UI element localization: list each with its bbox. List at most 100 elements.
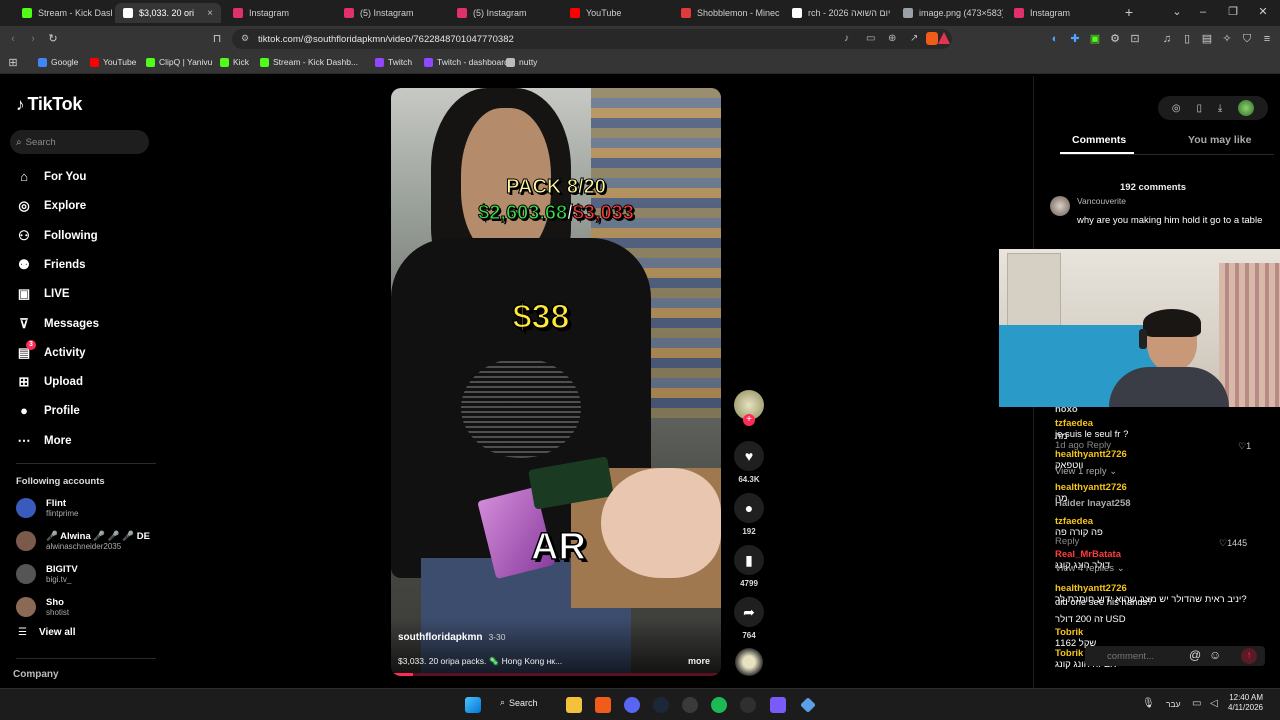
back-icon[interactable]: ‹ — [6, 32, 20, 46]
bookmark-item[interactable]: Google — [38, 57, 78, 67]
browser-tab[interactable]: YouTube — [562, 3, 670, 23]
browser-tab[interactable]: Instagram — [225, 3, 333, 23]
browser-tab[interactable]: $3,033. 20 ori × — [115, 3, 221, 23]
like-action[interactable]: ♥ 64.3K — [733, 441, 765, 484]
extension-icon[interactable]: ⚙ — [1108, 32, 1122, 46]
brave-browser-icon[interactable] — [595, 697, 611, 713]
mute-icon[interactable]: ♪ — [844, 33, 849, 44]
comment-icon[interactable]: ● — [734, 493, 764, 523]
browser-tab[interactable]: rch - 2026 יום השואה — [784, 3, 892, 23]
file-explorer-icon[interactable] — [566, 697, 582, 713]
sidebar-item-activity[interactable]: ▤ 3 Activity — [16, 339, 86, 361]
browser-tab[interactable]: (5) Instagram — [336, 3, 444, 23]
bookmark-item[interactable]: Stream - Kick Dashb... — [260, 57, 358, 67]
bookmark-save-icon[interactable]: ▮ — [734, 545, 764, 575]
emoji-icon[interactable]: ☺ — [1209, 648, 1221, 662]
tiktok-logo[interactable]: ♪ TikTok — [16, 94, 82, 115]
sidebar-item-explore[interactable]: ◎ Explore — [16, 198, 86, 214]
sidebar-item-profile[interactable]: ● Profile — [16, 403, 80, 418]
bookmark-icon[interactable]: ⊓ — [210, 32, 224, 46]
sidebar-item-more[interactable]: ⋯ More — [16, 433, 72, 449]
phone-icon[interactable]: ▯ — [1196, 103, 1202, 114]
music-disc-action[interactable] — [733, 648, 765, 676]
bookmark-item[interactable]: Twitch — [375, 57, 412, 67]
app-grid-icon[interactable] — [770, 697, 786, 713]
obs-icon[interactable] — [740, 697, 756, 713]
app-diamond-icon[interactable] — [800, 697, 816, 713]
chat-username[interactable]: Real_MrBatata — [1055, 549, 1121, 560]
settings-app-icon[interactable] — [682, 697, 698, 713]
spotify-icon[interactable] — [711, 697, 727, 713]
company-link[interactable]: Company — [13, 669, 59, 680]
install-icon[interactable]: ▭ — [866, 33, 875, 44]
extension-icon[interactable]: ▣ — [1088, 32, 1102, 46]
compass-small-icon[interactable]: ◎ — [1172, 103, 1181, 114]
new-tab-icon[interactable]: + — [1122, 5, 1136, 19]
bookmark-item[interactable]: YouTube — [90, 57, 136, 67]
chat-username[interactable]: Tobrik — [1055, 627, 1083, 638]
comment-username[interactable]: Vancouverite — [1077, 196, 1126, 206]
sidebar-item-following[interactable]: ⚇ Following — [16, 228, 97, 244]
view-all-button[interactable]: ☰ View all — [18, 627, 75, 638]
chat-username[interactable]: healthyantt2726 — [1055, 449, 1127, 460]
user-avatar[interactable] — [1238, 100, 1255, 116]
chat-username[interactable]: tzfaedea — [1055, 516, 1093, 527]
browser-tab[interactable]: (5) Instagram — [449, 3, 557, 23]
discord-icon[interactable] — [624, 697, 640, 713]
bookmark-item[interactable]: Kick — [220, 57, 249, 67]
zoom-icon[interactable]: ⊕ — [888, 33, 896, 44]
chat-username[interactable]: noxo — [1055, 404, 1078, 415]
post-icon[interactable]: ↑ — [1241, 648, 1257, 664]
save-action[interactable]: ▮ 4799 — [733, 545, 765, 588]
vpn-icon[interactable]: ⛉ — [1240, 32, 1254, 46]
volume-icon[interactable]: ◁ — [1210, 698, 1218, 709]
sidebar-item-upload[interactable]: ⊞ Upload — [16, 374, 83, 390]
sidebar-item-messages[interactable]: ⊽ Messages — [16, 316, 99, 332]
forward-icon[interactable]: › — [26, 32, 40, 46]
following-account[interactable]: 🎤 Alwina 🎤 🎤 🎤 DE alwinaschneider2035 — [16, 531, 150, 551]
music-disc-icon[interactable] — [735, 648, 763, 676]
video-player[interactable]: PACK 8/20 $2,603.68/$3,033 $38 AR southf… — [391, 88, 721, 676]
mention-icon[interactable]: @ — [1189, 648, 1201, 662]
reload-icon[interactable]: ↻ — [46, 32, 60, 46]
sidebar-item-live[interactable]: ▣ LIVE — [16, 286, 70, 302]
brave-rewards-icon[interactable] — [938, 32, 950, 44]
clock[interactable]: 12:40 AM 4/11/2026 — [1228, 693, 1263, 714]
heart-icon[interactable]: ♥ — [734, 441, 764, 471]
chat-username[interactable]: tzfaedea — [1055, 418, 1093, 429]
minimize-icon[interactable]: – — [1196, 5, 1210, 19]
menu-icon[interactable]: ≡ — [1260, 32, 1274, 46]
wallet-icon[interactable]: ▤ — [1200, 32, 1214, 46]
share-arrow-icon[interactable]: ➦ — [734, 597, 764, 627]
site-info-icon[interactable]: ⚙ — [241, 33, 249, 44]
chat-username[interactable]: healthyantt2726 — [1055, 583, 1127, 594]
share-action[interactable]: ➦ 764 — [733, 597, 765, 640]
comment-input[interactable]: comment... @ ☺ ↑ — [1085, 646, 1265, 666]
following-account[interactable]: Sho shotist — [16, 597, 69, 617]
close-tab-icon[interactable]: × — [207, 8, 213, 19]
search-input[interactable]: ⌕ Search — [10, 130, 149, 154]
maximize-icon[interactable]: ❐ — [1226, 5, 1240, 19]
tab-search-icon[interactable]: ⌄ — [1170, 5, 1184, 19]
creator-avatar-action[interactable]: + — [733, 390, 765, 426]
browser-tab[interactable]: Instagram — [1006, 3, 1114, 23]
close-window-icon[interactable]: ✕ — [1256, 5, 1270, 19]
browser-tab[interactable]: Stream - Kick Dashbo — [14, 3, 112, 23]
following-account[interactable]: Flint flintprime — [16, 498, 78, 518]
extension-icon[interactable]: ✚ — [1068, 32, 1082, 46]
apps-icon[interactable]: ⊞ — [6, 56, 20, 70]
bookmark-item[interactable]: ClipQ | Yanivu — [146, 57, 212, 67]
share-icon[interactable]: ↗ — [910, 33, 918, 44]
microphone-icon[interactable]: 🎙 — [1142, 698, 1155, 709]
browser-tab[interactable]: Shobblemon - Minec — [673, 3, 781, 23]
tab-you-may-like[interactable]: You may like — [1188, 134, 1251, 146]
address-bar[interactable]: ⚙ tiktok.com/@southfloridapkmn/video/762… — [232, 29, 952, 49]
sidebar-item-for-you[interactable]: ⌂ For You — [16, 169, 86, 184]
bookmark-item[interactable]: nutty — [506, 57, 537, 67]
sidebar-icon[interactable]: ▯ — [1180, 32, 1194, 46]
language-indicator[interactable]: עבר — [1166, 699, 1181, 709]
browser-tab[interactable]: image.png (473×583) — [895, 3, 1003, 23]
extension-icon[interactable]: ⊡ — [1128, 32, 1142, 46]
caption-more-button[interactable]: more — [688, 656, 710, 666]
following-account[interactable]: BIGITV bigi.tv_ — [16, 564, 78, 584]
